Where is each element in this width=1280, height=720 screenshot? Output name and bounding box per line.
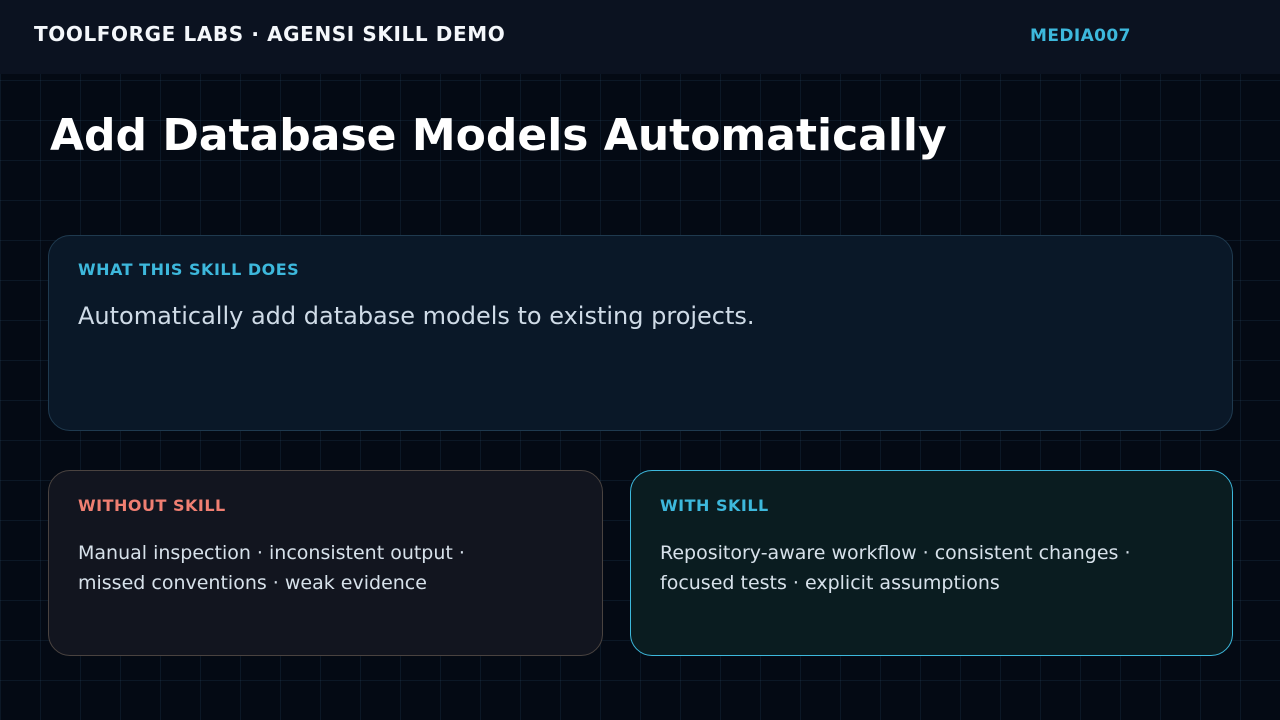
- what-skill-does-card: WHAT THIS SKILL DOES Automatically add d…: [48, 235, 1233, 431]
- with-skill-card: WITH SKILL Repository-aware workflow · c…: [630, 470, 1233, 656]
- media-id-label: MEDIA007: [1030, 26, 1131, 46]
- without-skill-text: Manual inspection · inconsistent output …: [78, 542, 465, 594]
- what-skill-does-label: WHAT THIS SKILL DOES: [78, 260, 300, 279]
- without-skill-card: WITHOUT SKILL Manual inspection · incons…: [48, 470, 603, 656]
- with-skill-label: WITH SKILL: [660, 496, 769, 515]
- top-bar: TOOLFORGE LABS · AGENSI SKILL DEMO MEDIA…: [0, 0, 1280, 74]
- what-skill-does-text: Automatically add database models to exi…: [78, 302, 755, 330]
- with-skill-text: Repository-aware workflow · consistent c…: [660, 542, 1131, 594]
- brand-title: TOOLFORGE LABS · AGENSI SKILL DEMO: [34, 22, 506, 46]
- without-skill-label: WITHOUT SKILL: [78, 496, 226, 515]
- page-title: Add Database Models Automatically: [50, 110, 947, 161]
